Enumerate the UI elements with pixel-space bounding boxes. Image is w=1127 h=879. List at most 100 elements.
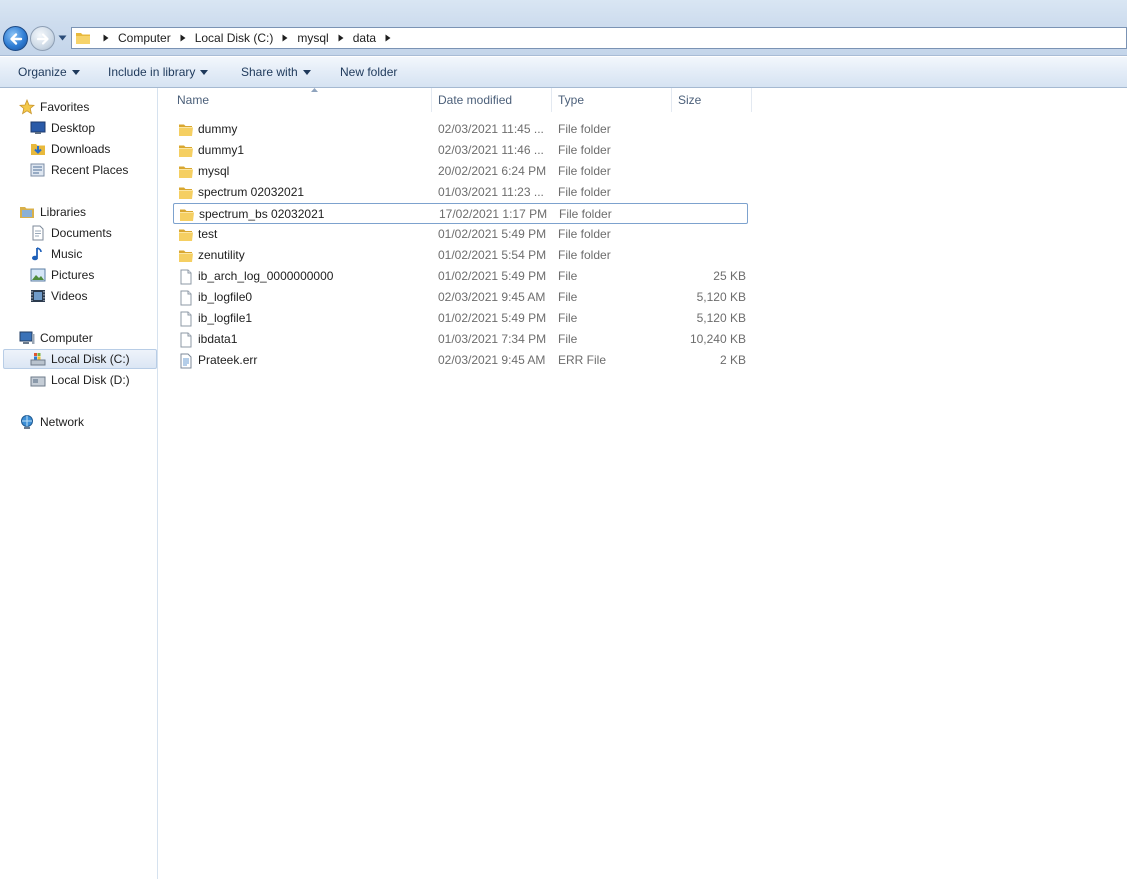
text-file-icon (180, 353, 192, 369)
nav-network[interactable]: Network (19, 412, 84, 432)
sort-ascending-icon (311, 88, 318, 92)
nav-item-pictures[interactable]: Pictures (30, 265, 94, 285)
nav-item-local-disk-c-label: Local Disk (C:) (51, 352, 130, 366)
nav-item-music[interactable]: Music (30, 244, 82, 264)
file-name: ib_arch_log_0000000000 (198, 269, 334, 283)
file-size: 5,120 KB (696, 290, 746, 304)
address-field[interactable]: Computer Local Disk (C:) mysql data (71, 27, 1127, 49)
file-row[interactable]: dummy1 02/03/2021 11:46 ... File folder (173, 140, 748, 161)
column-header-date-label: Date modified (438, 93, 513, 107)
file-type: File (558, 269, 578, 283)
desktop-icon (30, 121, 46, 134)
file-type: File folder (558, 227, 611, 241)
file-size: 25 KB (713, 269, 746, 283)
file-row[interactable]: dummy 02/03/2021 11:45 ... File folder (173, 119, 748, 140)
nav-item-recent-places[interactable]: Recent Places (30, 160, 128, 180)
share-with-button[interactable]: Share with (241, 57, 311, 87)
chevron-down-icon (200, 69, 209, 75)
nav-favorites[interactable]: Favorites (19, 97, 89, 117)
file-date-modified: 01/02/2021 5:49 PM (438, 227, 547, 241)
file-name: mysql (198, 164, 230, 178)
breadcrumb-data[interactable]: data (353, 31, 376, 45)
nav-item-downloads[interactable]: Downloads (30, 139, 110, 159)
chevron-right-icon[interactable] (385, 34, 391, 42)
arrow-left-icon (10, 33, 23, 45)
file-type: File folder (558, 185, 611, 199)
chevron-right-icon[interactable] (103, 34, 109, 42)
file-row[interactable]: ib_logfile1 01/02/2021 5:49 PM File 5,120 K… (173, 308, 748, 329)
folder-icon (179, 145, 193, 157)
column-header-type-label: Type (558, 93, 585, 107)
file-name: test (198, 227, 218, 241)
folder-icon (179, 187, 193, 199)
file-size: 2 KB (719, 353, 746, 367)
forward-button[interactable] (30, 26, 55, 51)
column-header-type[interactable]: Type (552, 88, 672, 112)
computer-icon (19, 331, 35, 344)
file-name: ib_logfile1 (198, 311, 253, 325)
nav-item-downloads-label: Downloads (51, 142, 111, 156)
recent-pages-dropdown-icon[interactable] (58, 35, 67, 41)
file-list-pane: Name Date modified Type Size dummy 02/03/… (159, 88, 1127, 879)
breadcrumb-computer[interactable]: Computer (118, 31, 171, 45)
file-date-modified: 02/03/2021 9:45 AM (438, 353, 546, 367)
file-date-modified: 01/02/2021 5:49 PM (438, 311, 547, 325)
star-icon (19, 99, 35, 115)
file-type: File (558, 311, 578, 325)
organize-button[interactable]: Organize (18, 57, 80, 87)
nav-item-videos[interactable]: Videos (30, 286, 87, 306)
nav-computer[interactable]: Computer (19, 328, 93, 348)
nav-item-recent-places-label: Recent Places (51, 163, 129, 177)
file-date-modified: 02/03/2021 11:45 ... (438, 122, 544, 136)
include-in-library-button[interactable]: Include in library (108, 57, 209, 87)
videos-icon (31, 290, 45, 302)
file-date-modified: 01/03/2021 11:23 ... (438, 185, 544, 199)
music-icon (32, 247, 42, 261)
column-header-date-modified[interactable]: Date modified (432, 88, 552, 112)
column-header-size[interactable]: Size (672, 88, 752, 112)
nav-item-local-disk-d[interactable]: Local Disk (D:) (30, 370, 130, 390)
documents-icon (32, 225, 44, 241)
file-type: File folder (558, 248, 611, 262)
file-row[interactable]: mysql 20/02/2021 6:24 PM File folder (173, 161, 748, 182)
nav-item-documents[interactable]: Documents (30, 223, 112, 243)
nav-item-music-label: Music (51, 247, 83, 261)
command-bar: Organize Include in library Share with N… (0, 57, 1127, 88)
navigation-pane: Favorites Desktop Downloads Recent Place… (0, 88, 158, 879)
file-row[interactable]: ibdata1 01/03/2021 7:34 PM File 10,240 KB (173, 329, 748, 350)
nav-network-label: Network (40, 415, 85, 429)
file-row[interactable]: spectrum 02032021 01/03/2021 11:23 ... Fil… (173, 182, 748, 203)
chevron-right-icon[interactable] (338, 34, 344, 42)
file-date-modified: 01/02/2021 5:49 PM (438, 269, 547, 283)
file-row[interactable]: spectrum_bs 02032021 17/02/2021 1:17 PM Fi… (173, 203, 748, 224)
chevron-right-icon[interactable] (282, 34, 288, 42)
file-name: dummy1 (198, 143, 245, 157)
file-row[interactable]: zenutility 01/02/2021 5:54 PM File folder (173, 245, 748, 266)
nav-item-desktop[interactable]: Desktop (30, 118, 95, 138)
file-row[interactable]: ib_logfile0 02/03/2021 9:45 AM File 5,120 K… (173, 287, 748, 308)
nav-libraries[interactable]: Libraries (19, 202, 86, 222)
folder-icon (180, 209, 194, 221)
column-header-name[interactable]: Name (171, 88, 432, 112)
network-icon (21, 415, 33, 429)
include-in-library-label: Include in library (108, 65, 196, 79)
breadcrumb-mysql[interactable]: mysql (297, 31, 328, 45)
libraries-icon (20, 207, 34, 218)
file-row[interactable]: Prateek.err 02/03/2021 9:45 AM ERR File 2 K… (173, 350, 748, 371)
file-row[interactable]: test 01/02/2021 5:49 PM File folder (173, 224, 748, 245)
file-name: spectrum_bs 02032021 (199, 207, 325, 221)
file-icon (180, 269, 192, 285)
drive-icon (30, 376, 46, 387)
breadcrumb-local-disk-c[interactable]: Local Disk (C:) (195, 31, 274, 45)
pictures-icon (30, 268, 46, 282)
chevron-right-icon[interactable] (180, 34, 186, 42)
recent-places-icon (30, 163, 45, 177)
back-button[interactable] (3, 26, 28, 51)
chevron-down-icon (71, 69, 80, 75)
file-date-modified: 17/02/2021 1:17 PM (439, 207, 548, 221)
file-type: File folder (558, 143, 611, 157)
new-folder-button[interactable]: New folder (340, 57, 397, 87)
nav-item-local-disk-c[interactable]: Local Disk (C:) (3, 349, 157, 369)
file-type: File folder (558, 164, 611, 178)
file-row[interactable]: ib_arch_log_0000000000 01/02/2021 5:49 PM… (173, 266, 748, 287)
